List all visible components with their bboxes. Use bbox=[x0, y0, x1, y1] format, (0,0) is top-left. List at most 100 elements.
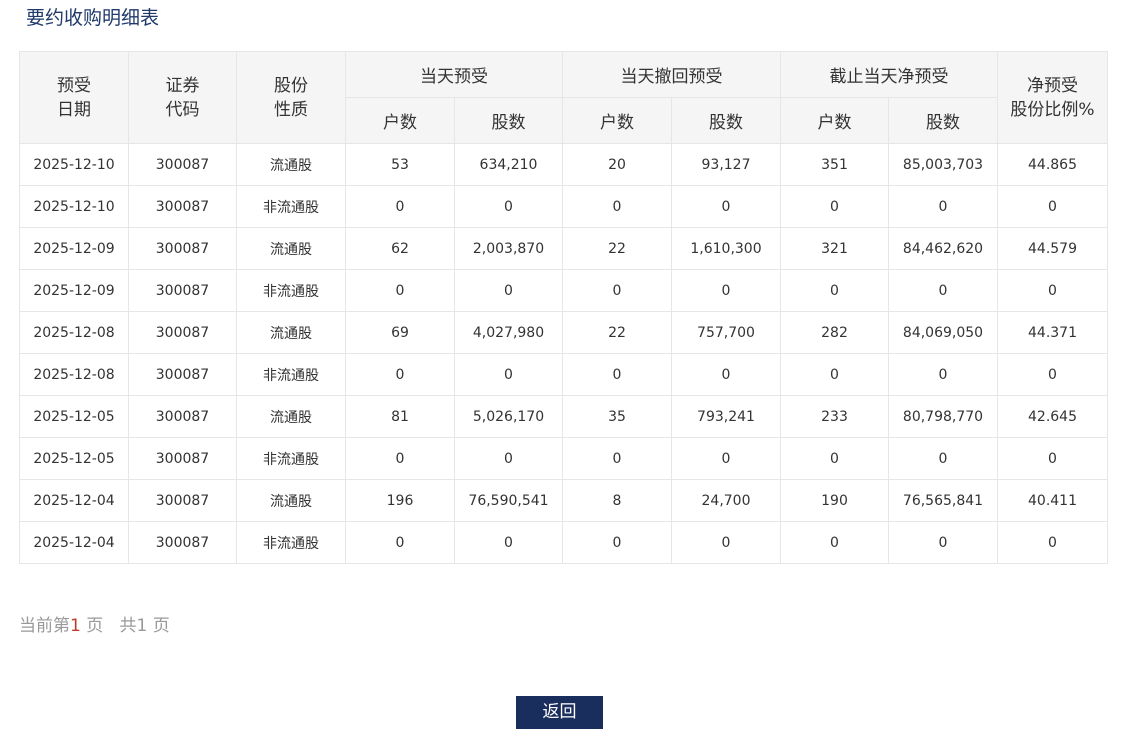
header-nature-line2: 性质 bbox=[274, 99, 308, 120]
table-header: 预受 日期 证券 代码 股份 性质 当天预受 当天撤回预受 截止当天净预受 净预… bbox=[19, 51, 1108, 144]
cell-date: 2025-12-10 bbox=[19, 185, 129, 228]
cell-net-shares: 0 bbox=[888, 269, 998, 312]
cell-today-shares: 0 bbox=[454, 437, 563, 480]
cell-ratio: 40.411 bbox=[997, 479, 1108, 522]
cell-date: 2025-12-08 bbox=[19, 311, 129, 354]
back-button[interactable]: 返回 bbox=[516, 696, 603, 729]
cell-nature: 非流通股 bbox=[236, 437, 346, 480]
cell-net-shares: 0 bbox=[888, 437, 998, 480]
cell-withdraw-shares: 93,127 bbox=[671, 143, 781, 186]
cell-withdraw-shares: 0 bbox=[671, 269, 781, 312]
cell-net-shares: 0 bbox=[888, 185, 998, 228]
cell-ratio: 44.865 bbox=[997, 143, 1108, 186]
pager-prefix: 当前第 bbox=[19, 616, 70, 636]
cell-ratio: 0 bbox=[997, 269, 1108, 312]
cell-date: 2025-12-09 bbox=[19, 269, 129, 312]
header-ratio: 净预受 股份比例% bbox=[997, 51, 1108, 144]
cell-ratio: 44.371 bbox=[997, 311, 1108, 354]
pager-total: 1 bbox=[136, 616, 148, 636]
cell-today-shares: 76,590,541 bbox=[454, 479, 563, 522]
page-title: 要约收购明细表 bbox=[26, 7, 160, 29]
cell-code: 300087 bbox=[128, 143, 237, 186]
cell-withdraw-shares: 24,700 bbox=[671, 479, 781, 522]
cell-today-shares: 0 bbox=[454, 353, 563, 396]
cell-today-accounts: 0 bbox=[345, 353, 455, 396]
cell-net-shares: 0 bbox=[888, 353, 998, 396]
table-row: 2025-12-08 300087 非流通股 0 0 0 0 0 0 0 bbox=[19, 353, 1108, 396]
cell-nature: 流通股 bbox=[236, 395, 346, 438]
cell-ratio: 42.645 bbox=[997, 395, 1108, 438]
cell-ratio: 0 bbox=[997, 353, 1108, 396]
cell-code: 300087 bbox=[128, 479, 237, 522]
cell-today-shares: 0 bbox=[454, 521, 563, 564]
cell-withdraw-accounts: 8 bbox=[562, 479, 672, 522]
cell-withdraw-shares: 757,700 bbox=[671, 311, 781, 354]
table-row: 2025-12-09 300087 流通股 62 2,003,870 22 1,610,30… bbox=[19, 227, 1108, 270]
header-code-line2: 代码 bbox=[165, 99, 200, 120]
cell-withdraw-accounts: 20 bbox=[562, 143, 672, 186]
cell-nature: 非流通股 bbox=[236, 353, 346, 396]
cell-today-accounts: 0 bbox=[345, 269, 455, 312]
header-date-line2: 日期 bbox=[57, 99, 91, 120]
cell-today-accounts: 53 bbox=[345, 143, 455, 186]
cell-today-accounts: 81 bbox=[345, 395, 455, 438]
cell-withdraw-shares: 0 bbox=[671, 185, 781, 228]
table-row: 2025-12-04 300087 非流通股 0 0 0 0 0 0 0 bbox=[19, 521, 1108, 564]
cell-today-accounts: 69 bbox=[345, 311, 455, 354]
header-ratio-line2: 股份比例% bbox=[1010, 99, 1095, 120]
cell-today-accounts: 62 bbox=[345, 227, 455, 270]
cell-net-accounts: 282 bbox=[780, 311, 889, 354]
header-today: 当天预受 bbox=[345, 51, 563, 98]
cell-ratio: 44.579 bbox=[997, 227, 1108, 270]
cell-nature: 非流通股 bbox=[236, 185, 346, 228]
cell-ratio: 0 bbox=[997, 437, 1108, 480]
cell-nature: 流通股 bbox=[236, 311, 346, 354]
cell-net-shares: 0 bbox=[888, 521, 998, 564]
header-withdraw: 当天撤回预受 bbox=[562, 51, 781, 98]
cell-today-shares: 634,210 bbox=[454, 143, 563, 186]
cell-net-accounts: 233 bbox=[780, 395, 889, 438]
cell-withdraw-accounts: 0 bbox=[562, 269, 672, 312]
cell-net-accounts: 0 bbox=[780, 437, 889, 480]
cell-code: 300087 bbox=[128, 353, 237, 396]
cell-net-shares: 76,565,841 bbox=[888, 479, 998, 522]
cell-withdraw-accounts: 0 bbox=[562, 185, 672, 228]
header-today-accounts: 户数 bbox=[345, 97, 455, 144]
header-nature-line1: 股份 bbox=[274, 75, 308, 96]
pager-total-prefix: 共 bbox=[119, 616, 137, 636]
cell-ratio: 0 bbox=[997, 521, 1108, 564]
header-code: 证券 代码 bbox=[128, 51, 237, 144]
cell-today-shares: 2,003,870 bbox=[454, 227, 563, 270]
table-row: 2025-12-04 300087 流通股 196 76,590,541 8 24,700 1… bbox=[19, 479, 1108, 522]
table-row: 2025-12-05 300087 流通股 81 5,026,170 35 793,241 2… bbox=[19, 395, 1108, 438]
header-net: 截止当天净预受 bbox=[780, 51, 998, 98]
cell-code: 300087 bbox=[128, 395, 237, 438]
pager-current: 1 bbox=[70, 616, 81, 636]
cell-withdraw-accounts: 0 bbox=[562, 437, 672, 480]
cell-today-shares: 5,026,170 bbox=[454, 395, 563, 438]
cell-date: 2025-12-10 bbox=[19, 143, 129, 186]
cell-date: 2025-12-08 bbox=[19, 353, 129, 396]
cell-ratio: 0 bbox=[997, 185, 1108, 228]
cell-net-shares: 85,003,703 bbox=[888, 143, 998, 186]
cell-net-shares: 84,462,620 bbox=[888, 227, 998, 270]
cell-withdraw-accounts: 0 bbox=[562, 353, 672, 396]
header-withdraw-accounts: 户数 bbox=[562, 97, 672, 144]
cell-code: 300087 bbox=[128, 437, 237, 480]
cell-code: 300087 bbox=[128, 269, 237, 312]
cell-code: 300087 bbox=[128, 311, 237, 354]
table-row: 2025-12-09 300087 非流通股 0 0 0 0 0 0 0 bbox=[19, 269, 1108, 312]
page: 要约收购明细表 预受 日期 证券 代码 股份 性质 当天预受 当天撤回预受 截止… bbox=[0, 0, 1126, 735]
cell-net-accounts: 0 bbox=[780, 185, 889, 228]
header-ratio-line1: 净预受 bbox=[1027, 75, 1078, 96]
cell-net-accounts: 0 bbox=[780, 269, 889, 312]
cell-withdraw-accounts: 35 bbox=[562, 395, 672, 438]
cell-nature: 非流通股 bbox=[236, 269, 346, 312]
cell-withdraw-shares: 0 bbox=[671, 521, 781, 564]
cell-code: 300087 bbox=[128, 227, 237, 270]
cell-date: 2025-12-09 bbox=[19, 227, 129, 270]
cell-withdraw-accounts: 22 bbox=[562, 227, 672, 270]
table-row: 2025-12-08 300087 流通股 69 4,027,980 22 757,700 2… bbox=[19, 311, 1108, 354]
cell-code: 300087 bbox=[128, 521, 237, 564]
header-date: 预受 日期 bbox=[19, 51, 129, 144]
